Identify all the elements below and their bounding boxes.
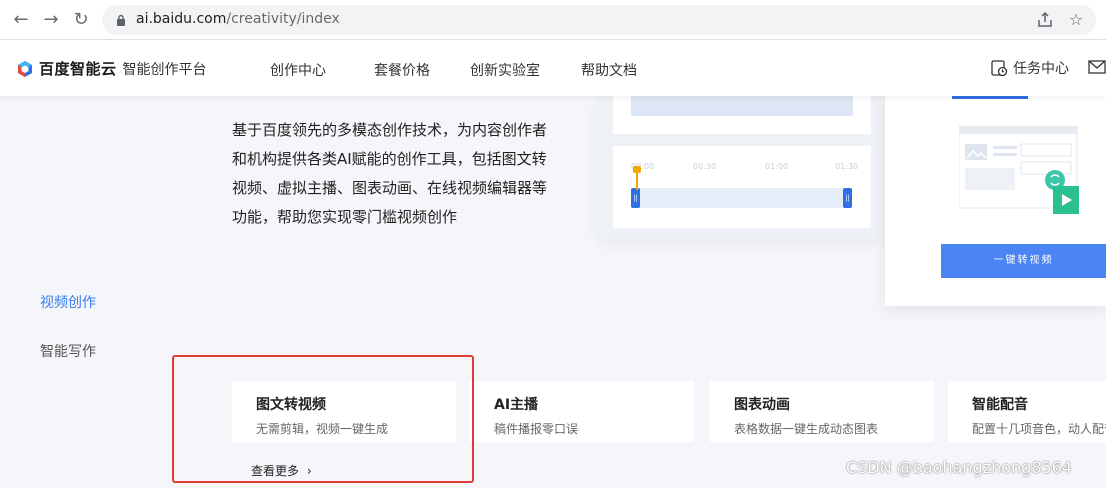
share-icon[interactable]	[1036, 11, 1054, 29]
mail-icon[interactable]	[1088, 59, 1106, 75]
timeline-tick: 00:30	[693, 162, 717, 171]
editor-preview-panel: 00:00 00:30 01:00 01:30 || ||	[597, 96, 885, 239]
nav-item-create-center[interactable]: 创作中心	[270, 60, 326, 80]
timeline-tick: 01:30	[835, 162, 859, 171]
intro-line: 和机构提供各类AI赋能的创作工具，包括图文转	[232, 150, 547, 168]
nav-item-help-docs[interactable]: 帮助文档	[581, 60, 637, 80]
reload-icon[interactable]: ↻	[70, 9, 92, 31]
timeline-card: 00:00 00:30 01:00 01:30 || ||	[613, 146, 871, 228]
feature-title: 图表动画	[734, 397, 790, 413]
baidu-cloud-logo-icon	[18, 60, 32, 77]
sidebar-item-video-creation[interactable]: 视频创作	[40, 292, 96, 312]
bookmark-star-icon[interactable]: ☆	[1066, 10, 1086, 30]
intro-line: 功能，帮助您实现零门槛视频创作	[232, 208, 458, 226]
feature-desc: 配置十几项音色，动人配音	[972, 422, 1106, 436]
feature-title: 智能配音	[972, 397, 1028, 413]
feature-card-chart-animation[interactable]: 图表动画 表格数据一键生成动态图表	[710, 381, 934, 442]
intro-line: 基于百度领先的多模态创作技术，为内容创作者	[232, 121, 548, 139]
nav-item-lab[interactable]: 创新实验室	[470, 60, 540, 80]
logo-brand: 百度智能云	[39, 60, 117, 78]
timeline-playhead	[633, 166, 641, 190]
task-clock-icon	[991, 60, 1008, 77]
timeline-end-handle: ||	[843, 188, 852, 208]
back-icon[interactable]: ←	[10, 9, 32, 31]
preview-card	[613, 96, 871, 134]
timeline-track	[633, 188, 843, 208]
lock-icon	[117, 14, 125, 26]
site-header: 百度智能云 智能创作平台 创作中心 套餐价格 创新实验室 帮助文档 任务中心	[0, 40, 1106, 96]
intro-description: 基于百度领先的多模态创作技术，为内容创作者 和机构提供各类AI赋能的创作工具，包…	[232, 116, 572, 232]
timeline-tick: 01:00	[765, 162, 789, 171]
task-center-label: 任务中心	[1013, 61, 1069, 77]
feature-desc: 表格数据一键生成动态图表	[734, 422, 879, 436]
convert-preview-panel: 一键转视频	[885, 96, 1106, 306]
preview-bar	[631, 96, 853, 116]
url-text: ai.baidu.com/creativity/index	[136, 11, 340, 27]
url-path: /creativity/index	[226, 11, 340, 27]
forward-icon[interactable]: →	[40, 9, 62, 31]
feature-desc: 稿件播报零口误	[494, 422, 579, 436]
nav-item-pricing[interactable]: 套餐价格	[374, 60, 430, 80]
logo-product-name: 智能创作平台	[122, 61, 207, 78]
document-illustration-icon	[959, 126, 1079, 214]
feature-title: AI主播	[494, 397, 539, 413]
feature-card-ai-anchor[interactable]: AI主播 稿件播报零口误	[470, 381, 694, 442]
browser-toolbar: ← → ↻ ai.baidu.com/creativity/index ☆	[0, 0, 1106, 40]
watermark: CSDN @baohangzhong8564	[846, 458, 1073, 477]
address-bar[interactable]: ai.baidu.com/creativity/index	[102, 5, 1096, 35]
timeline-start-handle: ||	[631, 188, 640, 208]
url-domain: ai.baidu.com	[136, 11, 227, 27]
intro-line: 视频、虚拟主播、图表动画、在线视频编辑器等	[232, 179, 548, 197]
active-tab-indicator	[952, 96, 1028, 99]
task-center-link[interactable]: 任务中心	[990, 58, 1069, 78]
logo[interactable]: 百度智能云 智能创作平台	[16, 58, 207, 79]
feature-card-smart-dubbing[interactable]: 智能配音 配置十几项音色，动人配音	[948, 381, 1106, 442]
sidebar-item-smart-writing[interactable]: 智能写作	[40, 341, 96, 361]
highlight-box	[172, 355, 474, 483]
convert-to-video-button[interactable]: 一键转视频	[941, 244, 1106, 278]
